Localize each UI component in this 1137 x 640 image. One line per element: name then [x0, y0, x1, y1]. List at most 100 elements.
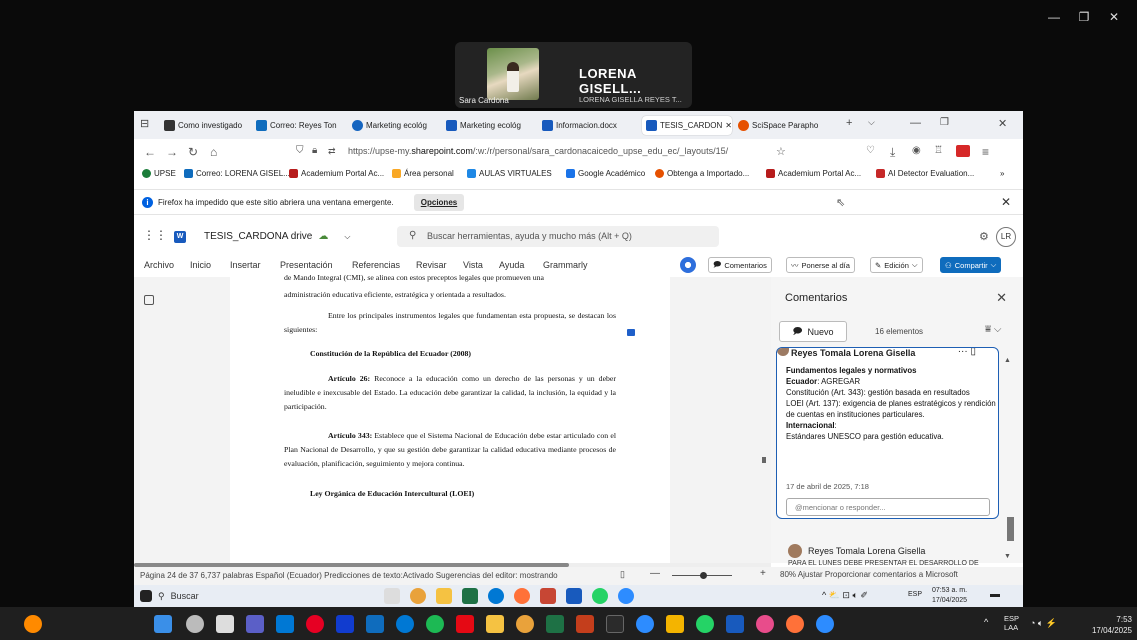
avatar[interactable]: LR [996, 227, 1016, 247]
tab-6-active[interactable]: TESIS_CARDON ✕ [642, 116, 732, 135]
options-button[interactable]: Opciones [414, 194, 464, 211]
close-icon[interactable]: ✕ [1001, 195, 1011, 209]
new-tab-icon[interactable]: + [846, 117, 852, 129]
scrollbar-thumb[interactable] [1007, 517, 1014, 541]
menu-revisar[interactable]: Revisar [416, 260, 447, 270]
file-explorer-icon[interactable] [486, 615, 504, 633]
menu-referencias[interactable]: Referencias [352, 260, 400, 270]
excel-icon[interactable] [546, 615, 564, 633]
edge-icon[interactable] [488, 588, 504, 604]
shield-icon[interactable]: ⛉ [296, 145, 304, 156]
bookmark-academium[interactable]: Academium Portal Ac... [289, 169, 384, 178]
extensions-icon[interactable]: ♖ [934, 145, 943, 156]
firefox-icon[interactable] [514, 588, 530, 604]
extension-red-icon[interactable] [956, 145, 970, 157]
word-icon[interactable] [566, 588, 582, 604]
home-icon[interactable]: ⌂ [210, 145, 217, 159]
comments-button[interactable]: 🗩︎ Comentarios [708, 257, 772, 273]
systray-icons[interactable]: ^ ⛅ ⊡ 🔈︎ ✐ [822, 590, 868, 601]
minimize-icon[interactable]: — [910, 117, 921, 129]
pocket-icon[interactable]: ♡ [866, 145, 875, 156]
whatsapp-icon[interactable] [696, 615, 714, 633]
menu-vista[interactable]: Vista [463, 260, 483, 270]
app-icon[interactable] [666, 615, 684, 633]
language-indicator[interactable]: ESP [908, 591, 922, 598]
minimize-icon[interactable]: — [1039, 10, 1069, 24]
systray-icons[interactable]: ◔ 🔈︎ ⚡ [1030, 618, 1057, 629]
windows-start-icon[interactable] [154, 615, 172, 633]
scroll-down-icon[interactable]: ▼ [1004, 553, 1011, 560]
close-icon[interactable]: ✕ [996, 290, 1007, 306]
chevron-up-icon[interactable]: ^ [984, 617, 988, 627]
zoom-slider-knob[interactable] [700, 572, 707, 579]
navigation-pane-icon[interactable] [144, 295, 154, 305]
account-icon[interactable]: ◉ [912, 145, 921, 156]
language-indicator[interactable]: ESP LAA [1004, 614, 1019, 632]
more-options-icon[interactable]: ··· ▯ [958, 348, 976, 357]
bookmark-ai-detector[interactable]: AI Detector Evaluation... [876, 169, 974, 178]
download-icon[interactable]: ⤓ [890, 145, 895, 160]
bookmark-importado[interactable]: Obtenga a Importado... [655, 169, 749, 178]
tab-1[interactable]: Como investigado [164, 116, 250, 135]
tab-7[interactable]: SciSpace Parapho [738, 116, 832, 135]
new-comment-button[interactable]: 🗩︎ Nuevo [779, 321, 847, 342]
video-tile[interactable]: Sara Cardona LORENA GISELL... LORENA GIS… [455, 42, 692, 108]
notification-badge-icon[interactable] [24, 615, 42, 633]
disney-icon[interactable] [336, 615, 354, 633]
tab-4[interactable]: Marketing ecológ [446, 116, 536, 135]
firefox-icon[interactable] [786, 615, 804, 633]
menu-icon[interactable]: ≡ [982, 145, 989, 159]
share-button[interactable]: ⚇ Compartir ⌵ [940, 257, 1002, 273]
forward-icon[interactable]: → [166, 145, 178, 159]
notification-icon[interactable]: ▬ [990, 589, 1000, 600]
search-icon[interactable] [186, 615, 204, 633]
search-input[interactable]: ⚲ Buscar herramientas, ayuda y mucho más… [397, 226, 719, 247]
tab-2[interactable]: Correo: Reyes Ton [256, 116, 346, 135]
menu-ayuda[interactable]: Ayuda [499, 260, 524, 270]
tab-close-icon[interactable]: ✕ [725, 121, 732, 130]
bookmark-aulas[interactable]: AULAS VIRTUALES [467, 169, 552, 178]
restore-icon[interactable]: ❐ [940, 117, 949, 128]
app-icon[interactable] [540, 588, 556, 604]
taskbar-search[interactable]: ⚲ Buscar [158, 589, 258, 603]
bookmark-academium-2[interactable]: Academium Portal Ac... [766, 169, 861, 178]
word-icon[interactable] [726, 615, 744, 633]
focus-mode-icon[interactable]: ▯ [620, 569, 625, 580]
task-view-icon[interactable] [384, 588, 400, 604]
clock[interactable]: 7:53 17/04/2025 [1080, 614, 1132, 636]
chrome-icon[interactable] [516, 615, 534, 633]
app-launcher-icon[interactable]: ⋮⋮ [143, 228, 167, 242]
menu-archivo[interactable]: Archivo [144, 260, 174, 270]
pinterest-icon[interactable] [306, 615, 324, 633]
back-icon[interactable]: ← [144, 145, 156, 159]
spotify-icon[interactable] [426, 615, 444, 633]
editing-mode-button[interactable]: ✎ Edición ⌵ [870, 257, 923, 273]
catch-up-button[interactable]: 〰 Ponerse al día [786, 257, 855, 273]
close-icon[interactable]: ✕ [1099, 10, 1129, 24]
comment-marker-icon[interactable] [627, 329, 635, 336]
url-text[interactable]: https://upse-my.sharepoint.com/:w:/r/per… [348, 146, 728, 156]
app-icon[interactable] [756, 615, 774, 633]
zoom-in-icon[interactable]: + [760, 568, 766, 579]
excel-icon[interactable] [462, 588, 478, 604]
comment-preview[interactable]: PARA EL LUNES DEBE PRESENTAR EL DESARROL… [788, 560, 979, 567]
app-icon[interactable] [366, 615, 384, 633]
zoom-out-icon[interactable]: — [650, 568, 660, 579]
scroll-up-icon[interactable]: ▲ [1004, 357, 1011, 364]
file-explorer-icon[interactable] [436, 588, 452, 604]
bookmark-star-icon[interactable]: ☆ [776, 145, 786, 158]
app-icon[interactable] [276, 615, 294, 633]
copilot-icon[interactable] [680, 257, 696, 273]
task-view-icon[interactable] [216, 615, 234, 633]
close-icon[interactable]: ✕ [998, 117, 1007, 130]
windows-start-icon[interactable] [140, 590, 152, 602]
restore-icon[interactable]: ❐ [1069, 10, 1099, 24]
menu-inicio[interactable]: Inicio [190, 260, 211, 270]
comment-card[interactable]: Reyes Tomala Lorena Gisella ··· ▯ Fundam… [776, 347, 999, 519]
permissions-icon[interactable]: ⇄ [328, 146, 336, 157]
chrome-icon[interactable] [410, 588, 426, 604]
tab-list-icon[interactable]: ⊟ [140, 117, 149, 130]
address-bar[interactable]: ⛉ 🔒︎ ⇄ https://upse-my.sharepoint.com/:w… [290, 142, 790, 162]
filter-icon[interactable]: ⩸ ⌵ [985, 324, 1001, 335]
zoom-level[interactable]: 80% Ajustar Proporcionar comentarios a M… [780, 570, 958, 579]
